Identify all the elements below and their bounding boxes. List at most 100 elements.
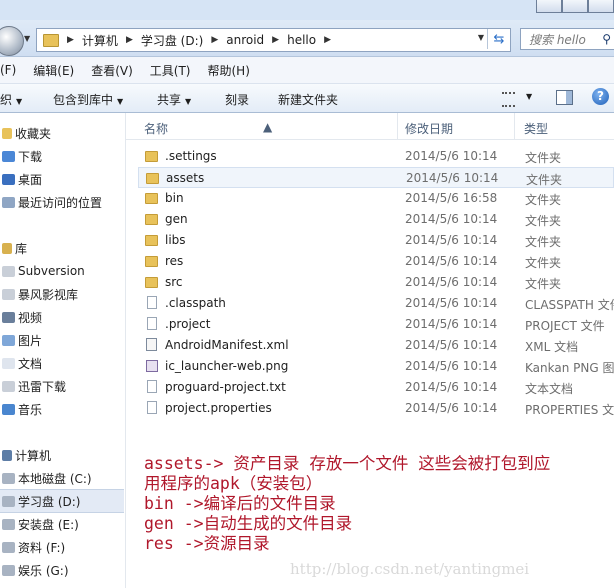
table-row[interactable]: proguard-project.txt 2014/5/6 10:14 文本文档 [138, 377, 614, 398]
column-divider[interactable] [397, 113, 398, 139]
file-name[interactable]: assets [166, 171, 204, 185]
file-type: PROJECT 文件 [525, 319, 605, 333]
sidebar-header-favorites[interactable]: 收藏夹 [0, 122, 124, 144]
table-row[interactable]: .project 2014/5/6 10:14 PROJECT 文件 [138, 314, 614, 335]
file-type: CLASSPATH 文件 [525, 298, 614, 312]
file-name[interactable]: gen [165, 212, 188, 226]
column-header-type[interactable]: 类型 [524, 120, 548, 137]
chevron-right-icon[interactable]: ▶ [67, 35, 74, 45]
sidebar-item-videos[interactable]: 视频 [0, 306, 124, 328]
table-row[interactable]: res 2014/5/6 10:14 文件夹 [138, 251, 614, 272]
refresh-icon[interactable]: ⇆ [487, 29, 510, 49]
sidebar-header-computer[interactable]: 计算机 [0, 444, 124, 466]
column-divider[interactable] [514, 113, 515, 139]
folder-icon [145, 193, 158, 204]
menu-view[interactable]: 查看(V) [91, 62, 133, 79]
sidebar-item-desktop[interactable]: 桌面 [0, 168, 124, 190]
file-type: 文件夹 [525, 256, 562, 270]
table-row[interactable]: project.properties 2014/5/6 10:14 PROPERTI… [138, 398, 614, 419]
maximize-button[interactable] [562, 0, 588, 13]
sidebar-item-xunlei[interactable]: 迅雷下载 [0, 375, 124, 397]
file-modified-date: 2014/5/6 10:14 [405, 275, 498, 289]
sidebar-item-music[interactable]: 音乐 [0, 398, 124, 420]
breadcrumb-anroid[interactable]: anroid [226, 33, 264, 47]
file-name[interactable]: .settings [165, 149, 217, 163]
column-header-name[interactable]: 名称 [144, 120, 168, 137]
menu-help[interactable]: 帮助(H) [208, 62, 250, 79]
table-row[interactable]: .classpath 2014/5/6 10:14 CLASSPATH 文件 [138, 293, 614, 314]
window-controls [536, 0, 614, 13]
menu-edit[interactable]: 编辑(E) [33, 62, 74, 79]
music-icon [2, 403, 15, 415]
sidebar-item-drive-d[interactable]: 学习盘 (D:) [0, 489, 124, 513]
desktop-icon [2, 173, 15, 185]
sidebar-item-documents[interactable]: 文档 [0, 352, 124, 374]
drive-icon [2, 472, 15, 484]
menu-tools[interactable]: 工具(T) [150, 62, 191, 79]
help-icon[interactable]: ? [592, 88, 609, 105]
table-row[interactable]: libs 2014/5/6 10:14 文件夹 [138, 230, 614, 251]
chevron-right-icon[interactable]: ▶ [211, 35, 218, 45]
address-bar[interactable]: ▶ 计算机 ▶ 学习盘 (D:) ▶ anroid ▶ hello ▶ ▼ ⇆ [36, 28, 511, 52]
file-name[interactable]: .project [165, 317, 210, 331]
breadcrumb: ▶ 计算机 ▶ 学习盘 (D:) ▶ anroid ▶ hello ▶ [59, 32, 339, 49]
sidebar-item-baofeng[interactable]: 暴风影视库 [0, 283, 124, 305]
sidebar-label: 暴风影视库 [18, 287, 79, 302]
sidebar-item-drive-c[interactable]: 本地磁盘 (C:) [0, 467, 124, 489]
chevron-down-icon[interactable]: ▼ [526, 92, 532, 101]
chevron-right-icon[interactable]: ▶ [324, 35, 331, 45]
sidebar-item-subversion[interactable]: Subversion [0, 260, 124, 282]
sidebar-item-recent-places[interactable]: 最近访问的位置 [0, 191, 124, 213]
file-name[interactable]: AndroidManifest.xml [165, 338, 289, 352]
file-name[interactable]: res [165, 254, 183, 268]
table-row[interactable]: assets 2014/5/6 10:14 文件夹 [138, 167, 614, 188]
sidebar-label: 本地磁盘 (C:) [18, 471, 92, 486]
file-type: 文件夹 [526, 173, 563, 187]
view-options-icon[interactable] [502, 92, 515, 107]
table-row[interactable]: AndroidManifest.xml 2014/5/6 10:14 XML 文档 [138, 335, 614, 356]
file-name[interactable]: proguard-project.txt [165, 380, 286, 394]
minimize-button[interactable] [536, 0, 562, 13]
search-input[interactable]: 搜索 hello ⚲ [520, 28, 614, 50]
sidebar-item-pictures[interactable]: 图片 [0, 329, 124, 351]
file-name[interactable]: project.properties [165, 401, 272, 415]
library-icon [2, 265, 15, 277]
drive-icon [2, 495, 15, 507]
column-header-modified[interactable]: 修改日期 [405, 120, 453, 137]
file-name[interactable]: libs [165, 233, 186, 247]
file-name[interactable]: bin [165, 191, 184, 205]
new-folder-button[interactable]: 新建文件夹 [278, 91, 338, 108]
organize-button[interactable]: 织 ▼ [0, 91, 22, 108]
share-button[interactable]: 共享 ▼ [157, 91, 191, 108]
include-in-library-button[interactable]: 包含到库中 ▼ [53, 91, 123, 108]
sidebar-item-drive-g[interactable]: 娱乐 (G:) [0, 559, 124, 581]
table-row[interactable]: gen 2014/5/6 10:14 文件夹 [138, 209, 614, 230]
table-row[interactable]: src 2014/5/6 10:14 文件夹 [138, 272, 614, 293]
breadcrumb-hello[interactable]: hello [287, 33, 316, 47]
recent-pages-dropdown[interactable]: ▼ [24, 34, 34, 44]
table-row[interactable]: ic_launcher-web.png 2014/5/6 10:14 Kankan … [138, 356, 614, 377]
chevron-right-icon[interactable]: ▶ [272, 35, 279, 45]
file-name[interactable]: src [165, 275, 183, 289]
sidebar-item-drive-e[interactable]: 安装盘 (E:) [0, 513, 124, 535]
folder-icon [145, 214, 158, 225]
address-dropdown-icon[interactable]: ▼ [478, 33, 484, 42]
back-button[interactable] [0, 26, 24, 56]
sidebar-item-downloads[interactable]: 下载 [0, 145, 124, 167]
table-row[interactable]: .settings 2014/5/6 10:14 文件夹 [138, 146, 614, 167]
chevron-right-icon[interactable]: ▶ [126, 35, 133, 45]
burn-button[interactable]: 刻录 [225, 91, 249, 108]
close-button[interactable] [588, 0, 614, 13]
menu-file[interactable]: (F) [0, 63, 16, 77]
file-name[interactable]: ic_launcher-web.png [165, 359, 288, 373]
table-row[interactable]: bin 2014/5/6 16:58 文件夹 [138, 188, 614, 209]
sidebar-item-drive-f[interactable]: 资料 (F:) [0, 536, 124, 558]
sidebar-header-libraries[interactable]: 库 [0, 237, 124, 259]
file-name[interactable]: .classpath [165, 296, 226, 310]
search-icon[interactable]: ⚲ [602, 32, 611, 46]
sidebar-label: 视频 [18, 310, 43, 325]
breadcrumb-drive-d[interactable]: 学习盘 (D:) [141, 32, 203, 49]
drive-icon [2, 518, 15, 530]
breadcrumb-computer[interactable]: 计算机 [82, 32, 118, 49]
preview-pane-icon[interactable] [556, 90, 573, 105]
